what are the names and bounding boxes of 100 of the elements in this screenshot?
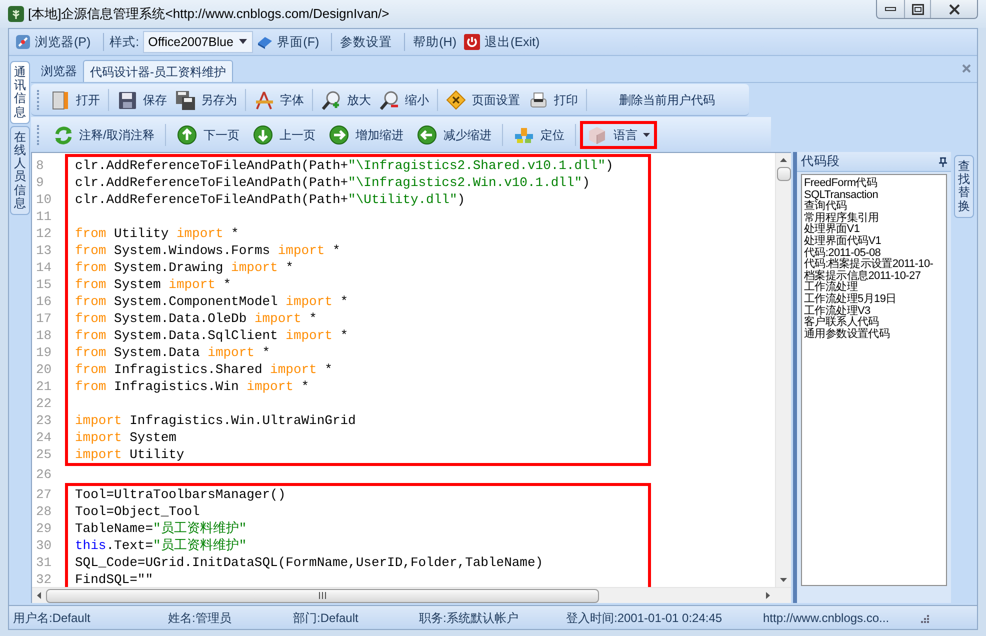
code-line: this.Text="员工资料维护" <box>75 537 247 554</box>
snippet-item[interactable]: 代码:档案提示设置2011-10- <box>804 259 934 271</box>
menu-item[interactable]: 界面(F) <box>255 31 322 53</box>
power-icon <box>464 34 480 50</box>
toolbar-button[interactable]: 缩小 <box>375 86 433 114</box>
snippet-item[interactable]: 常用程序集引用 <box>804 212 879 224</box>
line-number: 20 <box>36 361 53 378</box>
refresh-arrows-icon <box>53 124 73 144</box>
menu-item[interactable]: 浏览器(P) <box>13 31 93 53</box>
code-line: TableName="员工资料维护" <box>75 520 247 537</box>
line-number: 31 <box>36 554 53 571</box>
scroll-left-icon[interactable] <box>37 592 41 599</box>
toolbar-button[interactable]: 下一页 <box>170 120 246 148</box>
status-field: 用户名:Default <box>9 608 164 626</box>
grip-icon <box>319 592 326 599</box>
warning-sign-icon <box>446 90 466 110</box>
code-line: from System.Data import * <box>75 344 270 361</box>
code-line: import System <box>75 429 176 446</box>
toolbar-button[interactable]: 放大 <box>317 86 375 114</box>
line-number: 24 <box>36 429 53 446</box>
minimize-icon <box>885 7 896 11</box>
scroll-right-icon[interactable] <box>766 592 770 599</box>
line-number: 9 <box>36 174 45 191</box>
style-dropdown[interactable]: Office2007Blue <box>143 31 254 53</box>
code-line: from System.Data.OleDb import * <box>75 310 317 327</box>
scrollbar-thumb[interactable] <box>776 167 790 181</box>
toolbar-button[interactable]: 增加缩进 <box>322 120 410 148</box>
maximize-icon <box>912 4 924 14</box>
document-tab[interactable]: 浏览器 <box>35 60 83 82</box>
line-number: 12 <box>36 225 53 242</box>
line-number: 14 <box>36 259 53 276</box>
toolbar-button[interactable]: 减少缩进 <box>410 120 498 148</box>
line-number: 23 <box>36 412 53 429</box>
pin-icon[interactable] <box>939 156 947 166</box>
compass-drawing-icon <box>254 90 274 110</box>
line-number: 10 <box>36 191 53 208</box>
side-tab[interactable]: 在线人员信息 <box>10 126 30 215</box>
code-line: from Infragistics.Win import * <box>75 378 310 395</box>
toolbar-button[interactable]: 注释/取消注释 <box>46 120 162 148</box>
status-field: 登入时间:2001-01-01 0:24:45 <box>562 608 759 626</box>
menu-item[interactable]: 帮助(H) <box>411 31 458 53</box>
snippet-item[interactable]: 通用参数设置代码 <box>804 328 890 340</box>
line-number: 15 <box>36 276 53 293</box>
snippet-item[interactable]: 工作流处理 <box>804 282 858 294</box>
status-field: 姓名:管理员 <box>164 608 289 626</box>
close-icon <box>948 4 960 14</box>
compass-icon <box>15 34 31 50</box>
code-line: clr.AddReferenceToFileAndPath(Path+"\Infragistics2.Shared.v10.1.dll") <box>75 157 614 174</box>
code-line: import Utility <box>75 446 184 463</box>
snippet-item[interactable]: FreedForm代码 <box>804 178 878 190</box>
code-line: SQL_Code=UGrid.InitDataSQL(FormName,UserID,Folder,TableName) <box>75 554 544 571</box>
line-number: 8 <box>36 157 45 174</box>
toolbar-button[interactable]: 字体 <box>250 86 308 114</box>
side-tab[interactable]: 通讯信息 <box>10 61 30 124</box>
code-line: from Infragistics.Shared import * <box>75 361 332 378</box>
scroll-down-icon[interactable] <box>780 578 787 582</box>
printer-icon <box>528 90 548 110</box>
line-number: 32 <box>36 571 53 587</box>
status-field: 职务:系统默认帐户 <box>415 608 562 626</box>
toolbar-button[interactable]: 上一页 <box>246 120 322 148</box>
toolbar-button[interactable]: 打开 <box>46 86 104 114</box>
toolbar-button[interactable]: 页面设置 <box>442 86 524 114</box>
zoom-out-icon <box>379 90 399 110</box>
snippet-item[interactable]: 处理界面V1 <box>804 224 860 236</box>
code-line: FindSQL="" <box>75 571 154 587</box>
vertical-scrollbar[interactable] <box>775 153 791 587</box>
menu-item[interactable]: 退出(Exit) <box>462 31 542 53</box>
line-number: 19 <box>36 344 53 361</box>
toolbar-button[interactable]: 保存 <box>113 86 171 114</box>
document-tab[interactable]: 代码设计器-员工资料维护 <box>83 60 233 82</box>
menu-item[interactable]: 参数设置 <box>338 31 394 53</box>
toolbar-button[interactable]: 删除当前用户代码 <box>615 86 719 114</box>
line-number: 17 <box>36 310 53 327</box>
scroll-up-icon[interactable] <box>780 158 787 162</box>
status-field: 部门:Default <box>289 608 415 626</box>
line-number: 30 <box>36 537 53 554</box>
line-number: 16 <box>36 293 53 310</box>
toolbar-button[interactable]: 语言 <box>580 120 658 148</box>
snippet-item[interactable]: SQLTransaction <box>804 190 878 202</box>
toolbar-button[interactable]: 打印 <box>524 86 582 114</box>
zoom-in-icon <box>321 90 341 110</box>
side-tab[interactable]: 查找替换 <box>954 155 974 218</box>
snippet-item[interactable]: 查询代码 <box>804 201 847 213</box>
scrollbar-thumb[interactable] <box>46 588 599 602</box>
code-line: from System.Data.SqlClient import * <box>75 327 348 344</box>
snippet-item[interactable]: 工作流处理5月19日 <box>804 294 896 306</box>
code-line: clr.AddReferenceToFileAndPath(Path+"\Utility.dll") <box>75 191 466 208</box>
snippet-item[interactable]: 处理界面代码V1 <box>804 236 882 248</box>
resize-grip-icon <box>919 612 929 622</box>
snippet-item[interactable]: 客户联系人代码 <box>804 317 879 329</box>
toolbar-button[interactable]: 另存为 <box>171 86 241 114</box>
code-line: from System.Windows.Forms import * <box>75 242 340 259</box>
code-line: from System import * <box>75 276 232 293</box>
style-label: 样式: <box>110 34 140 51</box>
line-number: 22 <box>36 395 53 412</box>
toolbar-button[interactable]: 定位 <box>507 120 572 148</box>
window-title: [本地]企源信息管理系统<http://www.cnblogs.com/DesignIvan/> <box>28 5 390 24</box>
caret-icon <box>238 39 248 45</box>
code-line: Tool=Object_Tool <box>75 503 200 520</box>
horizontal-scrollbar[interactable] <box>32 587 791 603</box>
